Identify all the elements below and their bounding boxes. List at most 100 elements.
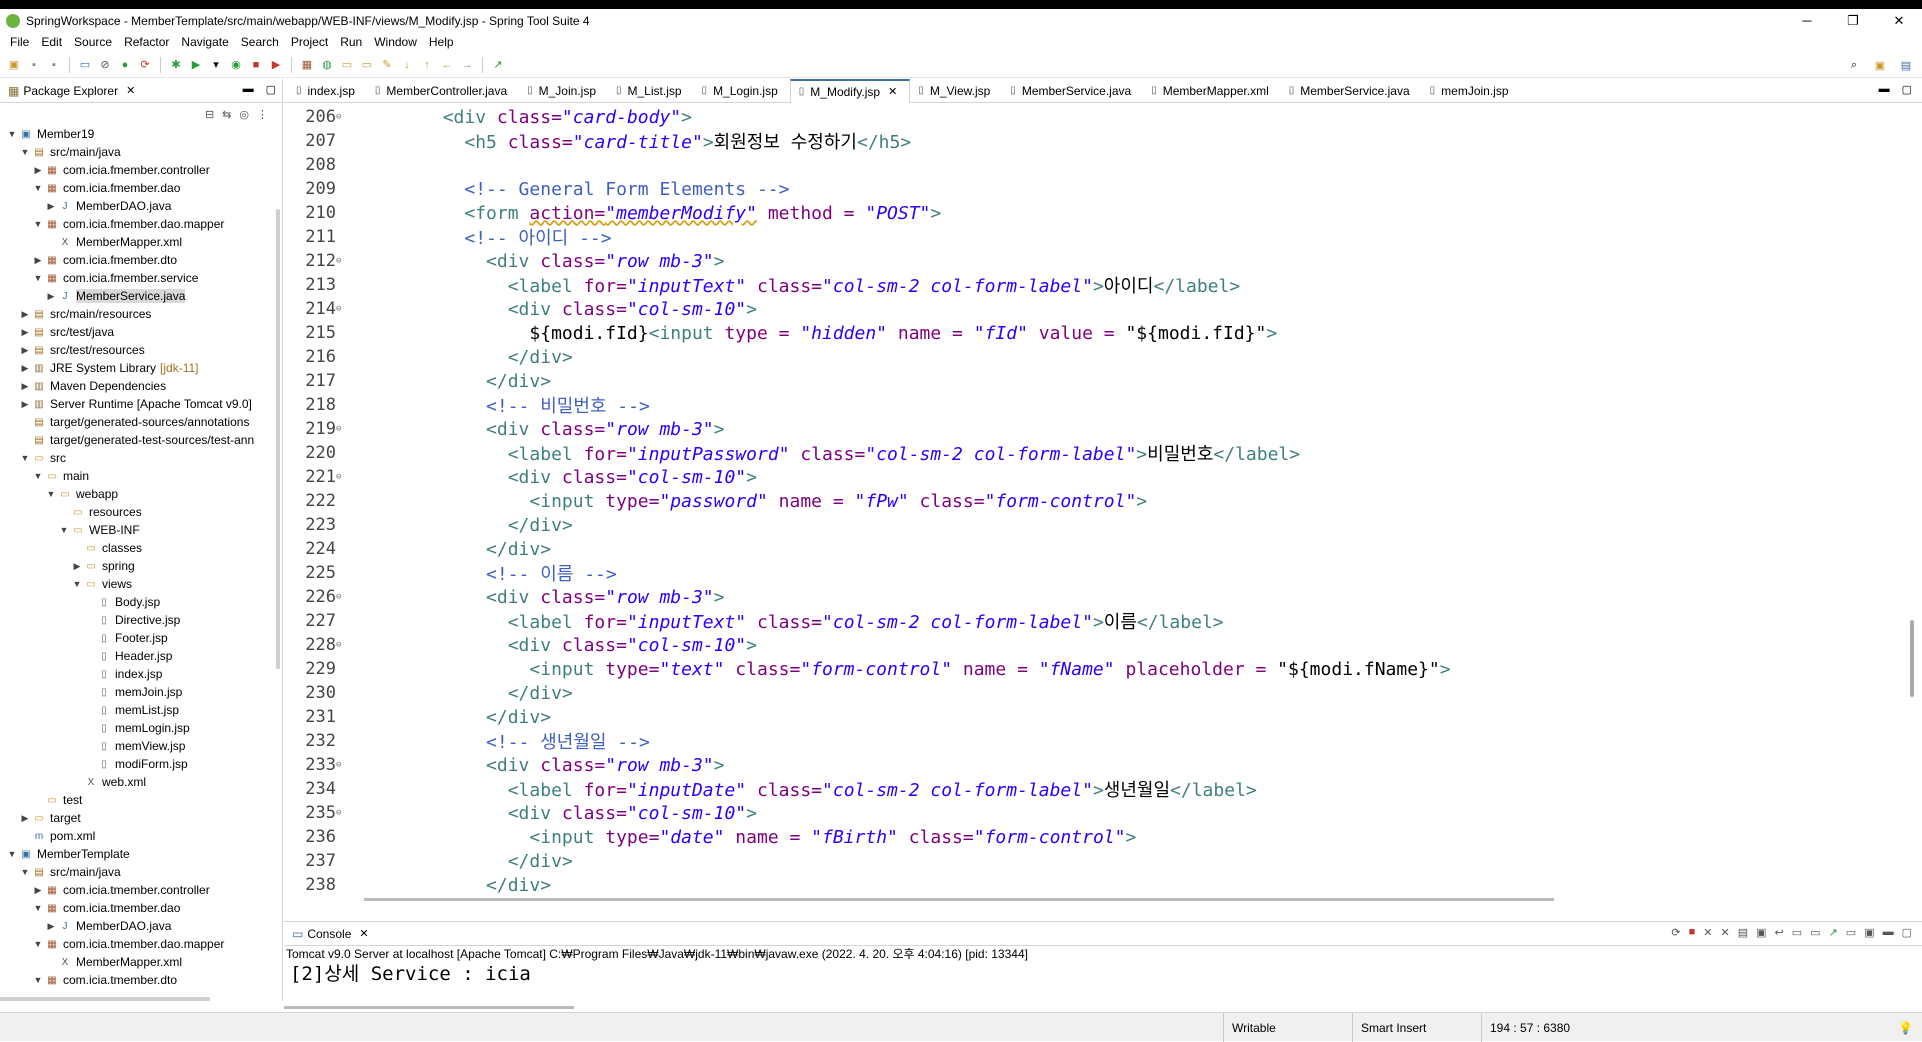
tree-item[interactable]: m pom.xml [0, 827, 282, 845]
expanded-chevron-icon[interactable]: ▼ [6, 849, 18, 859]
tree-item[interactable]: ▶ ▥ JRE System Library [jdk-11] [0, 359, 282, 377]
expanded-chevron-icon[interactable]: ▼ [19, 867, 31, 877]
maximize-view-icon[interactable]: ▢ [266, 83, 276, 96]
tree-item[interactable]: ▶ J MemberDAO.java [0, 197, 282, 215]
remove-launch-icon[interactable]: ✕ [1703, 926, 1712, 939]
tree-item[interactable]: ▶ ▦ com.icia.fmember.dto [0, 251, 282, 269]
menu-search[interactable]: Search [235, 35, 285, 49]
save-all-icon[interactable]: ▪ [46, 57, 62, 73]
tree-item[interactable]: ▼ ▣ Member19 [0, 125, 282, 143]
tree-item[interactable]: ▼ ▦ com.icia.tmember.dao.mapper [0, 935, 282, 953]
collapsed-chevron-icon[interactable]: ▶ [19, 327, 31, 338]
spring-boot-icon[interactable]: ● [117, 57, 133, 73]
scrollbar-thumb[interactable] [1910, 620, 1914, 697]
tree-item[interactable]: Xweb.xml [0, 773, 282, 791]
editor-tab[interactable]: ▯ M_List.jsp [608, 79, 694, 103]
collapsed-chevron-icon[interactable]: ▶ [45, 921, 57, 932]
skip-breakpoints-icon[interactable]: ⊘ [97, 57, 113, 73]
back-icon[interactable]: ← [439, 57, 455, 73]
editor-tab[interactable]: ▯ MemberService.java [1002, 79, 1143, 103]
package-explorer-tab[interactable]: ▦ Package Explorer ✕ ▬ ▢ [0, 79, 282, 103]
tree-item[interactable]: ▯ memLogin.jsp [0, 719, 282, 737]
menu-project[interactable]: Project [285, 35, 334, 49]
notification-icon[interactable]: 💡 [1890, 1013, 1913, 1042]
expanded-chevron-icon[interactable]: ▼ [32, 939, 44, 949]
focus-icon[interactable]: ◎ [239, 108, 249, 121]
expanded-chevron-icon[interactable]: ▼ [32, 903, 44, 913]
collapsed-chevron-icon[interactable]: ▶ [32, 165, 44, 176]
java-ee-perspective-icon[interactable]: ▤ [1898, 57, 1914, 73]
tree-vertical-scrollbar[interactable] [276, 209, 280, 669]
external-tools-icon[interactable]: ▶ [268, 57, 284, 73]
refresh-icon[interactable]: ⟳ [137, 57, 153, 73]
tree-item[interactable]: X MemberMapper.xml [0, 233, 282, 251]
tree-item[interactable]: ▯ Header.jsp [0, 647, 282, 665]
close-icon[interactable]: ✕ [359, 927, 368, 940]
editor-tab[interactable]: ▯ index.jsp [288, 79, 367, 103]
tree-item[interactable]: ▯ index.jsp [0, 665, 282, 683]
collapsed-chevron-icon[interactable]: ▶ [45, 201, 57, 212]
menu-file[interactable]: File [4, 35, 35, 49]
word-wrap-icon[interactable]: ↩ [1775, 926, 1784, 939]
tree-item[interactable]: ▼ ▤ src/main/java [0, 863, 282, 881]
tree-item[interactable]: ▶ J MemberDAO.java [0, 917, 282, 935]
pin-editor-icon[interactable]: ↗ [490, 57, 506, 73]
tree-item[interactable]: ▼ ▦ com.icia.tmember.dto [0, 971, 282, 989]
new-package-icon[interactable]: ▦ [299, 57, 315, 73]
relaunch-icon[interactable]: ⟳ [1671, 926, 1680, 939]
tree-item[interactable]: ▼ ▦ com.icia.fmember.service [0, 269, 282, 287]
expanded-chevron-icon[interactable]: ▼ [32, 975, 44, 985]
close-button[interactable]: ✕ [1876, 9, 1922, 32]
tree-item[interactable]: ▶ ▥ Maven Dependencies [0, 377, 282, 395]
tree-item[interactable]: ▭ test [0, 791, 282, 809]
fold-toggle-icon[interactable]: ⊖ [336, 760, 348, 770]
console-output[interactable]: [2]상세 Service : icia [284, 962, 1922, 986]
tree-item[interactable]: ▼ ▭ main [0, 467, 282, 485]
expanded-chevron-icon[interactable]: ▼ [32, 273, 44, 283]
tree-item[interactable]: ▶ ▥ Server Runtime [Apache Tomcat v9.0] [0, 395, 282, 413]
stop-icon[interactable]: ■ [248, 57, 264, 73]
menu-edit[interactable]: Edit [35, 35, 68, 49]
tree-item[interactable]: ▯ Footer.jsp [0, 629, 282, 647]
fold-toggle-icon[interactable]: ⊖ [336, 472, 348, 482]
fold-toggle-icon[interactable]: ⊖ [336, 256, 348, 266]
fold-toggle-icon[interactable]: ⊖ [336, 112, 348, 122]
collapsed-chevron-icon[interactable]: ▶ [19, 813, 31, 824]
collapsed-chevron-icon[interactable]: ▶ [19, 345, 31, 356]
menu-run[interactable]: Run [334, 35, 368, 49]
menu-source[interactable]: Source [68, 35, 118, 49]
tree-item[interactable]: ▭ resources [0, 503, 282, 521]
tree-item[interactable]: ▼ ▦ com.icia.tmember.dao [0, 899, 282, 917]
link-with-editor-icon[interactable]: ⇆ [222, 108, 231, 121]
run-icon[interactable]: ▶ [188, 57, 204, 73]
expanded-chevron-icon[interactable]: ▼ [32, 471, 44, 481]
new-class-icon[interactable]: ◍ [319, 57, 335, 73]
tree-item[interactable]: ▯ memView.jsp [0, 737, 282, 755]
minimize-view-icon[interactable]: ▬ [243, 83, 254, 96]
expanded-chevron-icon[interactable]: ▼ [45, 489, 57, 499]
code-editor[interactable]: 206 ⊖ <div class="card-body"> 207 <h5 clas… [284, 105, 1894, 896]
annotation-next-icon[interactable]: ↓ [399, 57, 415, 73]
console-horizontal-scrollbar[interactable] [284, 1006, 574, 1009]
scroll-lock-icon[interactable]: ▣ [1756, 926, 1766, 939]
editor-tab[interactable]: ▯ M_Join.jsp [519, 79, 608, 103]
minimize-button[interactable]: ─ [1784, 9, 1830, 32]
menu-refactor[interactable]: Refactor [118, 35, 175, 49]
tree-item[interactable]: ▶ ▦ com.icia.tmember.controller [0, 881, 282, 899]
tree-item[interactable]: X MemberMapper.xml [0, 953, 282, 971]
editor-tab[interactable]: ▯ M_Modify.jsp ✕ [789, 78, 911, 103]
open-type-icon[interactable]: ▭ [339, 57, 355, 73]
tree-item[interactable]: ▯ memList.jsp [0, 701, 282, 719]
fold-toggle-icon[interactable]: ⊖ [336, 424, 348, 434]
maximize-console-icon[interactable]: ▢ [1902, 926, 1912, 939]
tree-item[interactable]: ▤ target/generated-test-sources/test-ann [0, 431, 282, 449]
tree-item[interactable]: ▼ ▭ views [0, 575, 282, 593]
expanded-chevron-icon[interactable]: ▼ [58, 525, 70, 535]
tree-item[interactable]: ▭ classes [0, 539, 282, 557]
menu-help[interactable]: Help [423, 35, 460, 49]
tree-item[interactable]: ▼ ▭ src [0, 449, 282, 467]
collapsed-chevron-icon[interactable]: ▶ [32, 885, 44, 896]
search-tool-icon[interactable]: ✎ [379, 57, 395, 73]
annotation-prev-icon[interactable]: ↑ [419, 57, 435, 73]
expanded-chevron-icon[interactable]: ▼ [71, 579, 83, 589]
